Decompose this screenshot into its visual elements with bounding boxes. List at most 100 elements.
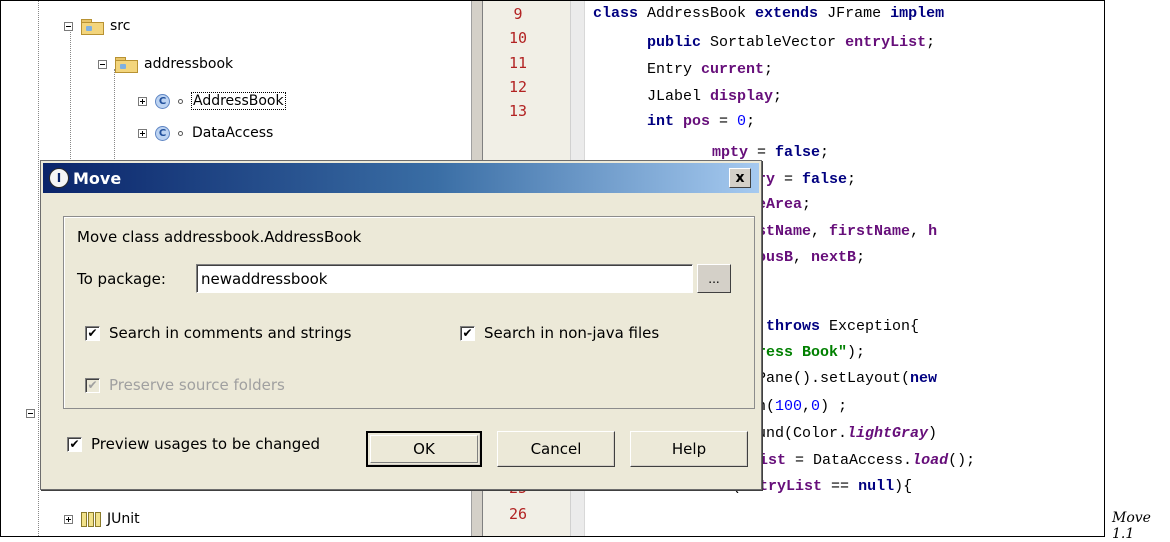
code-line: int pos = 0;	[593, 113, 755, 130]
expand-icon[interactable]	[138, 128, 147, 138]
move-dialog: I Move x Move class addressbook.AddressB…	[40, 160, 762, 490]
code-token: extends	[755, 5, 828, 22]
code-token: mpty	[685, 144, 749, 161]
visibility-icon	[178, 130, 183, 136]
code-token: display	[710, 88, 774, 105]
code-token: h	[928, 223, 938, 240]
code-token: JLabel	[593, 88, 711, 105]
collapse-icon[interactable]	[26, 408, 35, 418]
code-line: mpty = false;	[685, 144, 829, 161]
preview-usages-checkbox[interactable]: ✔	[67, 437, 82, 452]
code-token: )	[928, 425, 938, 442]
to-package-input[interactable]	[196, 264, 693, 293]
code-token: ;	[820, 144, 830, 161]
tree-item-junit[interactable]: JUnit	[64, 507, 140, 531]
code-token: ,	[811, 223, 830, 240]
code-token: 0	[737, 113, 747, 130]
code-token: nextB	[811, 249, 857, 266]
tree-guide-line	[70, 29, 71, 159]
code-token: ,	[802, 398, 812, 415]
code-token: 0	[811, 398, 821, 415]
code-token: ;	[764, 61, 774, 78]
ok-button[interactable]: OK	[366, 431, 482, 467]
code-token: ;	[856, 249, 866, 266]
preserve-source-checkbox[interactable]: ✔	[85, 378, 100, 393]
code-token: false	[775, 144, 821, 161]
code-token: ,	[793, 249, 812, 266]
tree-item-label: AddressBook	[191, 92, 286, 110]
figure-caption: Move 1.1	[1112, 510, 1151, 542]
code-line: JLabel display;	[593, 88, 782, 105]
tree-item-addressbook[interactable]: addressbook	[98, 52, 233, 76]
code-token: class	[593, 5, 648, 22]
code-token: ;	[802, 196, 812, 213]
code-line: class AddressBook extends JFrame implem	[593, 5, 944, 22]
package-folder-icon	[115, 56, 138, 73]
cancel-button[interactable]: Cancel	[497, 431, 615, 467]
preview-usages-label[interactable]: Preview usages to be changed	[91, 435, 320, 453]
code-token: =	[710, 113, 738, 130]
expand-icon[interactable]	[64, 514, 73, 524]
code-token: ==	[822, 478, 859, 495]
code-token: implem	[890, 5, 945, 22]
code-token: AddressBook	[647, 5, 756, 22]
tree-item-addressbook-class[interactable]: C AddressBook	[138, 89, 286, 113]
code-token: = DataAccess.	[786, 452, 913, 469]
visibility-icon	[178, 98, 183, 104]
close-button[interactable]: x	[729, 168, 751, 188]
preserve-source-label[interactable]: Preserve source folders	[109, 376, 285, 394]
code-token: firstName	[829, 223, 911, 240]
code-token: ;	[773, 88, 783, 105]
library-icon	[81, 511, 101, 527]
code-token: SortableVector	[710, 34, 846, 51]
tree-item-label: src	[110, 18, 131, 34]
tree-item-src[interactable]: src	[64, 14, 130, 38]
dialog-titlebar[interactable]: I Move x	[43, 163, 759, 193]
code-token: current	[701, 61, 765, 78]
intellij-app-icon: I	[49, 168, 69, 188]
code-token: entryList	[845, 34, 927, 51]
code-token: pos	[683, 113, 711, 130]
code-token: null	[858, 478, 895, 495]
source-folder-icon	[81, 18, 104, 35]
line-number: 10	[508, 29, 528, 48]
code-token: =	[775, 171, 803, 188]
code-token: false	[802, 171, 848, 188]
search-nonjava-checkbox[interactable]: ✔	[460, 326, 475, 341]
code-token: );	[847, 344, 866, 361]
help-button[interactable]: Help	[630, 431, 748, 467]
code-token: ,	[910, 223, 929, 240]
code-token: ;	[746, 113, 756, 130]
expand-icon[interactable]	[138, 96, 147, 106]
code-token: Entry	[593, 61, 702, 78]
tree-item-label: DataAccess	[192, 125, 274, 141]
search-nonjava-label[interactable]: Search in non-java files	[484, 324, 659, 342]
class-icon: C	[155, 125, 170, 141]
line-number: 26	[508, 505, 528, 523]
code-token: ){	[894, 478, 913, 495]
collapse-icon[interactable]	[64, 21, 73, 31]
tree-guide-line	[38, 1, 39, 536]
code-token: throws	[766, 318, 830, 335]
dialog-title: Move	[73, 168, 122, 188]
tree-item-dataaccess-class[interactable]: C DataAccess	[138, 121, 273, 145]
code-line: public SortableVector entryList;	[593, 34, 935, 51]
search-comments-label[interactable]: Search in comments and strings	[109, 324, 351, 342]
search-comments-checkbox[interactable]: ✔	[85, 326, 100, 341]
code-token: ();	[948, 452, 976, 469]
code-token: Exception{	[829, 318, 920, 335]
code-token: load	[912, 452, 949, 469]
line-number: 13	[508, 102, 528, 121]
code-token: public	[593, 34, 711, 51]
line-number: 9	[513, 5, 523, 23]
line-number: 11	[508, 53, 528, 72]
code-token: ) ;	[820, 398, 848, 415]
code-token: ;	[847, 171, 857, 188]
to-package-label: To package:	[77, 270, 166, 288]
browse-package-button[interactable]: ...	[697, 264, 731, 293]
code-token: lightGray	[847, 425, 929, 442]
class-icon: C	[155, 93, 170, 109]
code-token: int	[593, 113, 684, 130]
collapse-icon[interactable]	[98, 59, 107, 69]
code-line: Entry current;	[593, 61, 773, 78]
